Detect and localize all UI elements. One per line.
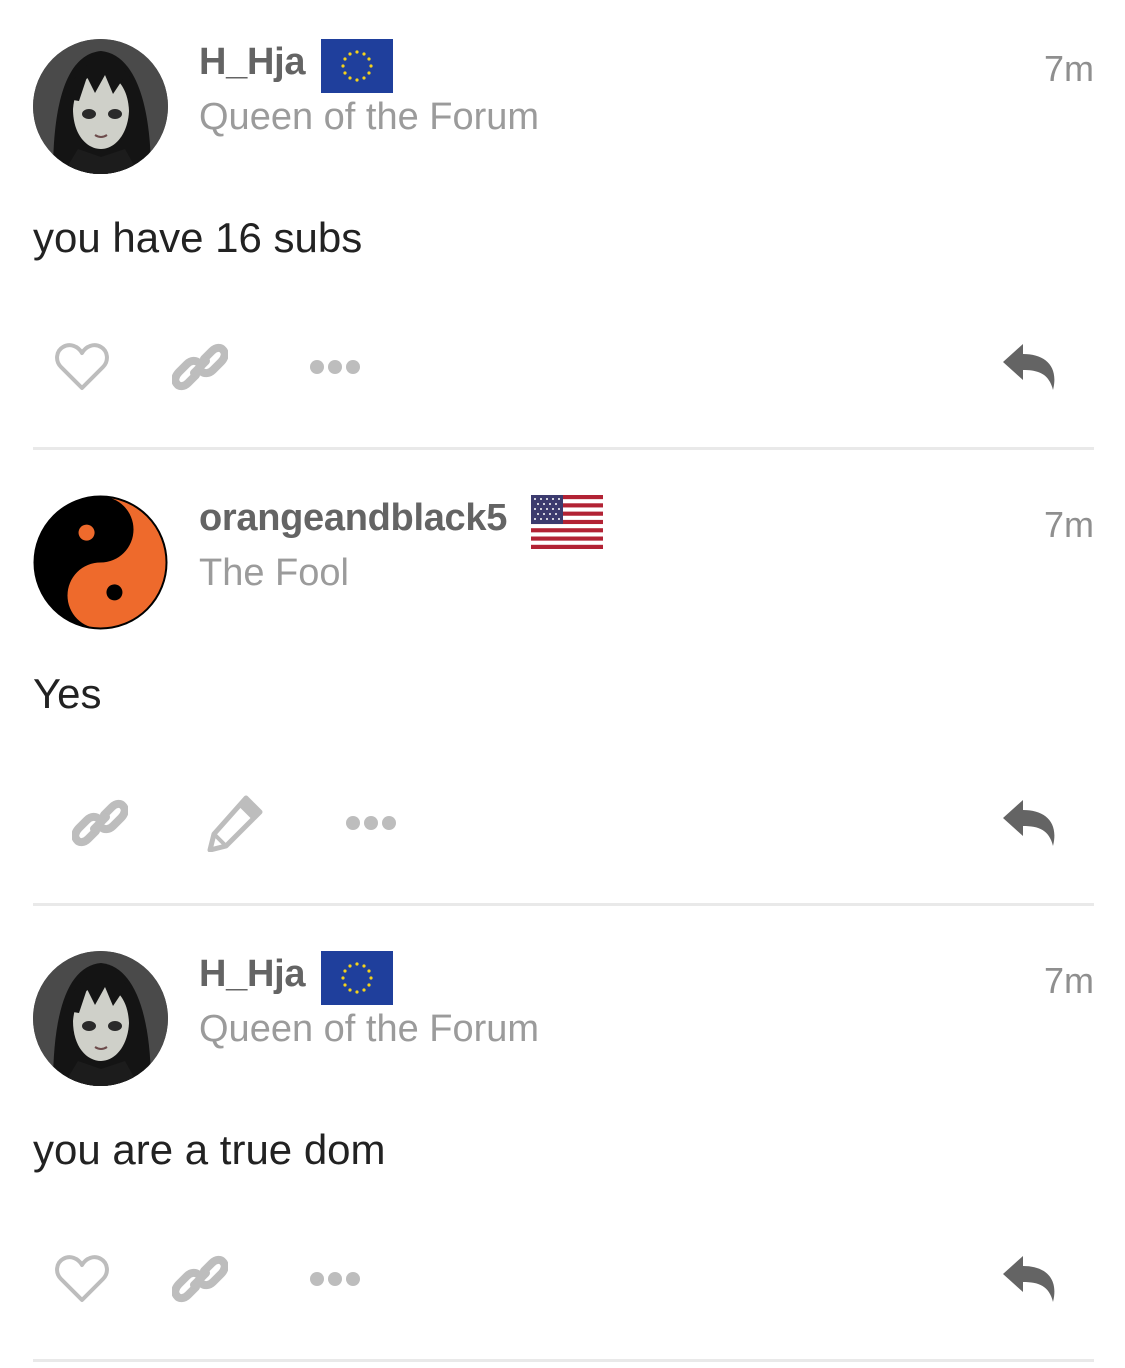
user-title: Queen of the Forum xyxy=(199,96,540,138)
post-body: you have 16 subs xyxy=(33,214,363,261)
edit-button[interactable] xyxy=(203,791,267,855)
post-body: you are a true dom xyxy=(33,1126,386,1173)
user-title: The Fool xyxy=(199,552,349,594)
us-flag-icon xyxy=(531,495,603,549)
reply-button[interactable] xyxy=(998,335,1062,399)
post: H_Hja Queen of the Forum 7m you are a tr… xyxy=(0,912,1125,1368)
eu-flag-icon xyxy=(321,39,393,93)
reply-icon xyxy=(1003,800,1055,846)
post: H_Hja Queen of the Forum 7m you have 16 … xyxy=(0,0,1125,456)
more-options-button[interactable] xyxy=(339,791,403,855)
ellipsis-icon xyxy=(346,816,396,830)
reply-button[interactable] xyxy=(998,791,1062,855)
heart-icon xyxy=(55,343,109,390)
anime-girl-avatar-icon xyxy=(33,39,168,174)
ellipsis-icon xyxy=(310,1272,360,1286)
post-divider xyxy=(33,447,1094,450)
pencil-icon xyxy=(207,795,263,852)
post-time[interactable]: 7m xyxy=(1044,960,1094,1002)
reply-icon xyxy=(1003,1256,1055,1302)
yin-yang-avatar-icon xyxy=(33,495,168,630)
link-icon xyxy=(72,799,128,847)
share-link-button[interactable] xyxy=(168,335,232,399)
like-button[interactable] xyxy=(50,1247,114,1311)
reply-button[interactable] xyxy=(998,1247,1062,1311)
link-icon xyxy=(172,343,228,391)
username[interactable]: orangeandblack5 xyxy=(199,496,507,540)
anime-girl-avatar-icon xyxy=(33,951,168,1086)
user-title: Queen of the Forum xyxy=(199,1008,540,1050)
ellipsis-icon xyxy=(310,360,360,374)
username[interactable]: H_Hja xyxy=(199,40,306,84)
post: orangeandblack5 The Fool 7m Yes xyxy=(0,456,1125,912)
share-link-button[interactable] xyxy=(168,1247,232,1311)
heart-icon xyxy=(55,1255,109,1302)
like-button[interactable] xyxy=(50,335,114,399)
share-link-button[interactable] xyxy=(68,791,132,855)
avatar[interactable] xyxy=(33,39,168,174)
more-options-button[interactable] xyxy=(303,335,367,399)
avatar[interactable] xyxy=(33,951,168,1086)
username[interactable]: H_Hja xyxy=(199,952,306,996)
link-icon xyxy=(172,1255,228,1303)
post-time[interactable]: 7m xyxy=(1044,48,1094,90)
reply-icon xyxy=(1003,344,1055,390)
post-body: Yes xyxy=(33,670,102,717)
post-time[interactable]: 7m xyxy=(1044,504,1094,546)
more-options-button[interactable] xyxy=(303,1247,367,1311)
post-divider xyxy=(33,903,1094,906)
eu-flag-icon xyxy=(321,951,393,1005)
avatar[interactable] xyxy=(33,495,168,630)
